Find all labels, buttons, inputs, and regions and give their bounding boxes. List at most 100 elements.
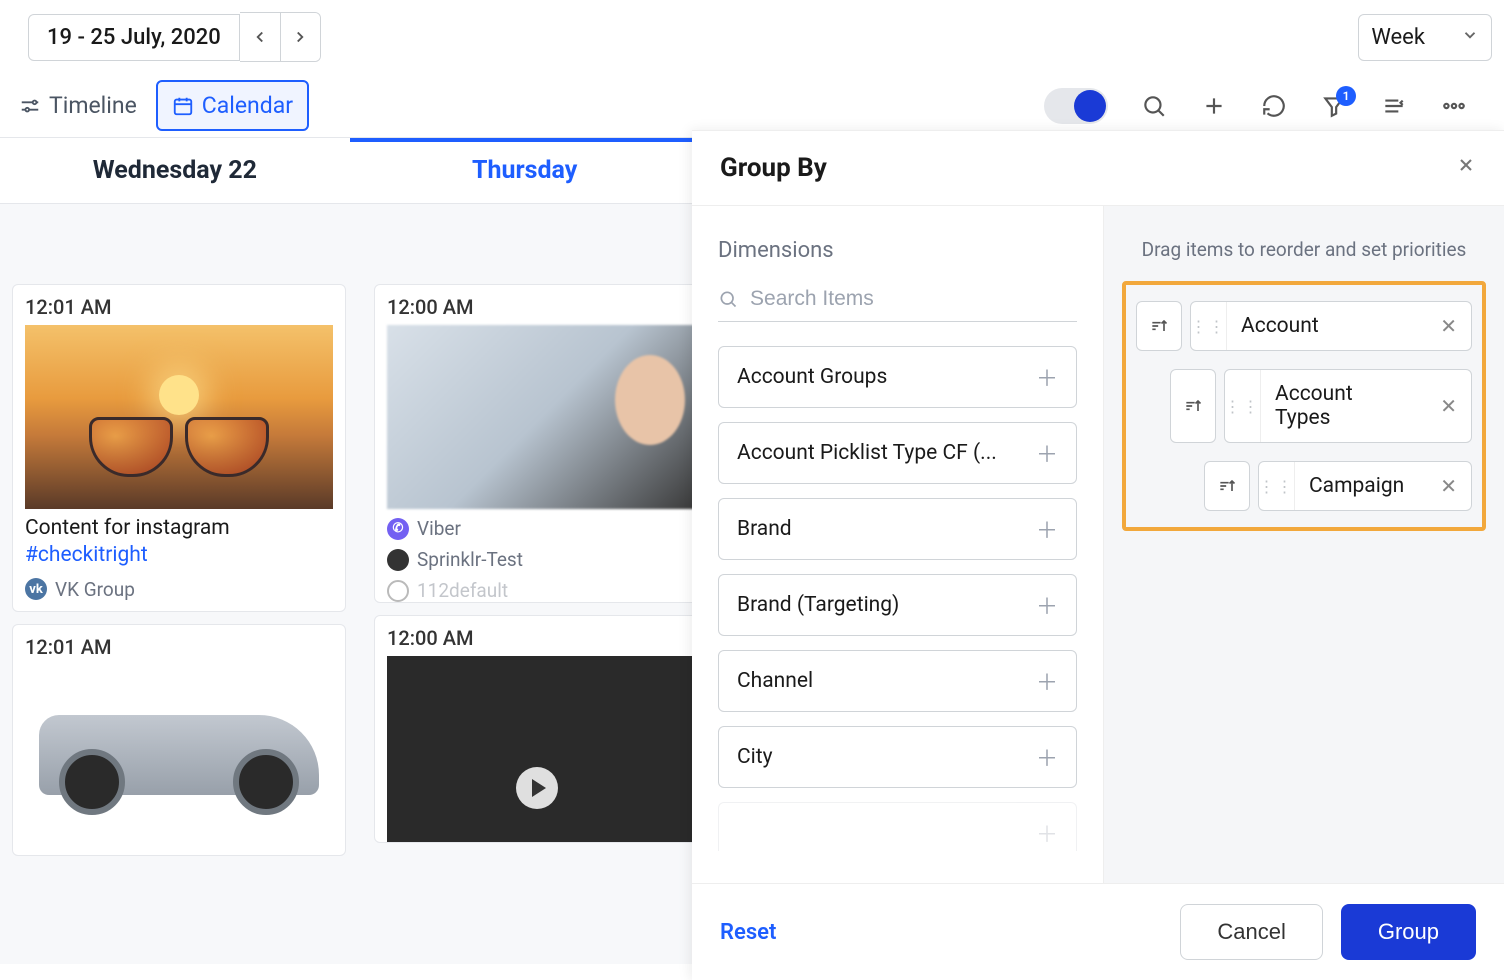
- cancel-button[interactable]: Cancel: [1180, 904, 1322, 960]
- card-time: 12:01 AM: [25, 295, 333, 319]
- plus-icon: ＋: [1036, 741, 1058, 773]
- panel-title: Group By: [720, 153, 827, 183]
- reset-button[interactable]: Reset: [720, 920, 776, 945]
- sort-button[interactable]: [1136, 301, 1182, 351]
- day-tab-wed[interactable]: Wednesday 22: [0, 138, 350, 203]
- dimension-item[interactable]: Account Groups ＋: [718, 346, 1077, 408]
- plus-icon: [1201, 93, 1227, 119]
- search-icon: [1141, 93, 1167, 119]
- source-label: Sprinklr-Test: [417, 548, 523, 571]
- drag-handle[interactable]: ⋮⋮: [1191, 302, 1227, 350]
- column-wed: 12:01 AM Content for instagram #checkitr…: [12, 284, 346, 964]
- dimension-item[interactable]: Channel ＋: [718, 650, 1077, 712]
- chip[interactable]: ⋮⋮ Campaign ✕: [1258, 461, 1472, 511]
- dimension-item[interactable]: Account Picklist Type CF (...＋: [718, 422, 1077, 484]
- view-select[interactable]: Week: [1358, 14, 1492, 61]
- search-input[interactable]: [750, 287, 1077, 311]
- prev-button[interactable]: [240, 13, 280, 61]
- card-time: 12:00 AM: [387, 626, 695, 650]
- card[interactable]: 12:01 AM Content for instagram #checkitr…: [12, 284, 346, 612]
- sort-icon: [1183, 396, 1203, 416]
- chevron-left-icon: [251, 28, 269, 46]
- source-label: 112default: [417, 579, 508, 602]
- sort-icon: [1149, 316, 1169, 336]
- dimension-item[interactable]: ＋: [718, 802, 1077, 851]
- dimensions-label: Dimensions: [718, 238, 1077, 263]
- refresh-button[interactable]: [1260, 92, 1288, 120]
- tab-timeline[interactable]: Timeline: [4, 80, 152, 131]
- thumbnail-image: [25, 325, 333, 509]
- day-tab-thu[interactable]: Thursday: [350, 138, 700, 203]
- refresh-icon: [1261, 93, 1287, 119]
- topbar: 19 - 25 July, 2020 Week: [0, 0, 1504, 74]
- dimension-item[interactable]: City＋: [718, 726, 1077, 788]
- add-button[interactable]: [1200, 92, 1228, 120]
- dimension-item[interactable]: Brand (Targeting) ＋: [718, 574, 1077, 636]
- vk-icon: vk: [25, 578, 47, 600]
- filter-button[interactable]: 1: [1320, 92, 1348, 120]
- drag-handle[interactable]: ⋮⋮: [1259, 462, 1295, 510]
- sort-button[interactable]: [1204, 461, 1250, 511]
- reorder-row: ⋮⋮ Campaign ✕: [1204, 461, 1472, 511]
- tab-calendar[interactable]: Calendar: [156, 80, 309, 131]
- chip[interactable]: ⋮⋮ Account Types ✕: [1224, 369, 1472, 443]
- toggle[interactable]: [1044, 88, 1108, 124]
- chevron-down-icon: [1461, 25, 1479, 50]
- sunglasses-illustration: [89, 419, 269, 469]
- plus-icon: ＋: [1036, 589, 1058, 621]
- card[interactable]: 12:00 AM ✆ Viber Sprinklr-Test 112defaul…: [374, 284, 708, 603]
- tab-timeline-label: Timeline: [49, 92, 137, 119]
- remove-chip-button[interactable]: ✕: [1426, 474, 1471, 498]
- plus-icon: ＋: [1036, 437, 1058, 469]
- plus-icon: ＋: [1036, 665, 1058, 697]
- more-icon: [1441, 93, 1467, 119]
- dimension-label: Account Groups: [737, 365, 887, 389]
- next-button[interactable]: [280, 13, 320, 61]
- panel-footer: Reset Cancel Group: [692, 883, 1504, 980]
- chip[interactable]: ⋮⋮ Account ✕: [1190, 301, 1472, 351]
- play-icon[interactable]: [516, 767, 558, 809]
- dimension-list: Account Groups ＋ Account Picklist Type CF…: [718, 346, 1077, 851]
- account-icon: [387, 549, 409, 571]
- filter-badge: 1: [1336, 86, 1356, 106]
- groupby-panel: Group By Dimensions Account Groups ＋ Acco…: [692, 130, 1504, 980]
- date-range-wrap: 19 - 25 July, 2020: [28, 12, 321, 62]
- search-button[interactable]: [1140, 92, 1168, 120]
- card-meta: 112default: [387, 571, 695, 602]
- group-submit-button[interactable]: Group: [1341, 904, 1476, 960]
- close-button[interactable]: [1456, 155, 1476, 181]
- remove-chip-button[interactable]: ✕: [1426, 314, 1471, 338]
- secondbar: Timeline Calendar 1: [0, 74, 1504, 138]
- view-select-label: Week: [1371, 25, 1425, 50]
- chip-label: Account Types: [1261, 370, 1426, 442]
- more-button[interactable]: [1440, 92, 1468, 120]
- card-meta: ✆ Viber: [387, 509, 695, 540]
- card[interactable]: 12:01 AM: [12, 624, 346, 856]
- group-button[interactable]: [1380, 92, 1408, 120]
- card[interactable]: 12:00 AM: [374, 615, 708, 843]
- flag-icon: [387, 580, 409, 602]
- dimension-item[interactable]: Brand＋: [718, 498, 1077, 560]
- sort-button[interactable]: [1170, 369, 1216, 443]
- source-label: VK Group: [55, 578, 135, 601]
- toggle-knob: [1074, 90, 1106, 122]
- remove-chip-button[interactable]: ✕: [1426, 394, 1471, 418]
- close-icon: [1456, 155, 1476, 175]
- sort-icon: [1217, 476, 1237, 496]
- date-range[interactable]: 19 - 25 July, 2020: [28, 14, 240, 61]
- card-caption: Content for instagram: [25, 516, 230, 540]
- search-row: [718, 287, 1077, 322]
- dimension-label: Channel: [737, 669, 813, 693]
- plus-icon: ＋: [1036, 361, 1058, 393]
- hashtag-link[interactable]: #checkitright: [25, 543, 148, 567]
- tab-calendar-label: Calendar: [202, 92, 293, 119]
- drag-handle[interactable]: ⋮⋮: [1225, 370, 1261, 442]
- dimension-label: Brand (Targeting): [737, 593, 899, 617]
- sliders-icon: [19, 95, 41, 117]
- drag-hint: Drag items to reorder and set priorities: [1122, 238, 1486, 261]
- card-time: 12:01 AM: [25, 635, 333, 659]
- plus-icon: ＋: [1036, 817, 1058, 849]
- toolbar-icons: 1: [1044, 88, 1492, 124]
- dimension-label: Brand: [737, 517, 792, 541]
- reorder-box: ⋮⋮ Account ✕ ⋮⋮ Account Types ✕: [1122, 281, 1486, 531]
